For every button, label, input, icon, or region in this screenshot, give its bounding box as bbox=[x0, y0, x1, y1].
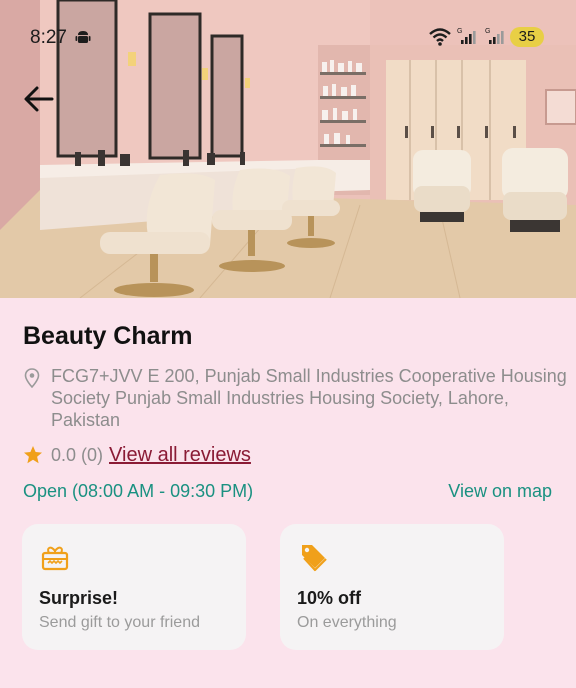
offer-title: 10% off bbox=[297, 588, 362, 608]
signal-icon: G bbox=[485, 28, 504, 44]
offer-subtitle: Send gift to your friend bbox=[39, 614, 200, 631]
salon-address: FCG7+JVV E 200, Punjab Small Industries … bbox=[51, 366, 567, 430]
offer-title: Surprise! bbox=[39, 588, 119, 608]
gift-icon bbox=[41, 546, 69, 571]
status-bar: 8:27 G G 35 bbox=[0, 0, 576, 70]
rating-value: 0.0 (0) bbox=[51, 444, 104, 465]
view-all-reviews-link[interactable]: View all reviews bbox=[109, 444, 251, 467]
location-pin-icon bbox=[24, 368, 40, 388]
tag-icon bbox=[302, 545, 327, 572]
offer-subtitle: On everything bbox=[297, 614, 397, 631]
battery-indicator: 35 bbox=[510, 27, 544, 47]
view-on-map-link[interactable]: View on map bbox=[448, 481, 552, 502]
offer-card-discount[interactable]: 10% off On everything bbox=[280, 524, 504, 650]
wifi-icon bbox=[429, 28, 451, 46]
star-icon bbox=[24, 446, 42, 464]
android-icon bbox=[75, 31, 91, 43]
status-time: 8:27 bbox=[30, 27, 67, 48]
offer-card-surprise[interactable]: Surprise! Send gift to your friend bbox=[22, 524, 246, 650]
salon-name: Beauty Charm bbox=[23, 322, 193, 350]
svg-text:G: G bbox=[457, 28, 462, 35]
back-arrow-icon[interactable] bbox=[22, 82, 56, 116]
opening-hours: Open (08:00 AM - 09:30 PM) bbox=[23, 481, 254, 501]
svg-text:G: G bbox=[485, 28, 490, 35]
rating-row: 0.0 (0) View all reviews bbox=[23, 443, 251, 467]
signal-icon: G bbox=[457, 28, 476, 44]
